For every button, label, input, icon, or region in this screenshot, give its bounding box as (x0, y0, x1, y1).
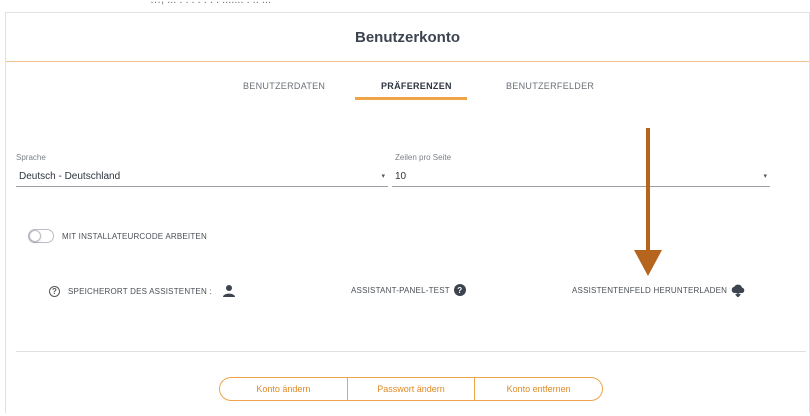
assistant-panel-test-label: ASSISTANT-PANEL-TEST (351, 285, 450, 295)
dropdown-caret-icon: ▾ (763, 173, 767, 180)
assistant-location: ? SPEICHERORT DES ASSISTENTEN : (49, 284, 236, 298)
page-title: Benutzerkonto (355, 28, 460, 46)
installer-code-row: MIT INSTALLATEURCODE ARBEITEN (28, 229, 207, 243)
tab-user-data[interactable]: BENUTZERDATEN (243, 81, 325, 91)
tab-preferences-label: PRÄFERENZEN (381, 81, 452, 91)
installer-code-label: MIT INSTALLATEURCODE ARBEITEN (62, 231, 207, 241)
rows-per-page-label: Zeilen pro Seite (395, 153, 452, 162)
help-filled-icon[interactable]: ? (453, 284, 466, 296)
panel-header: Benutzerkonto (6, 13, 809, 62)
change-account-button[interactable]: Konto ändern (220, 378, 348, 400)
assistant-download[interactable]: ASSISTENTENFELD HERUNTERLADEN (572, 284, 746, 297)
language-select[interactable]: Deutsch - Deutschland ▾ (16, 166, 388, 187)
language-label: Sprache (16, 153, 46, 162)
change-password-button[interactable]: Passwort ändern (348, 378, 476, 400)
user-icon[interactable] (222, 284, 236, 298)
dropdown-caret-icon: ▾ (381, 173, 385, 180)
language-value: Deutsch - Deutschland (19, 170, 121, 182)
annotation-arrow-head (634, 250, 662, 276)
installer-code-toggle[interactable] (28, 229, 54, 243)
annotation-arrow-shaft (646, 128, 650, 256)
active-tab-indicator (355, 97, 467, 100)
remove-account-button[interactable]: Konto entfernen (475, 378, 602, 400)
account-actions: Konto ändern Passwort ändern Konto entfe… (219, 377, 603, 401)
top-strip-text: …, ... . . . . . . . ....... . .. ... (150, 0, 272, 6)
toggle-knob (29, 230, 41, 242)
section-divider (16, 351, 806, 352)
cloud-download-icon[interactable] (730, 284, 746, 297)
help-circle-icon[interactable]: ? (49, 285, 60, 297)
rows-per-page-select[interactable]: 10 ▾ (392, 166, 770, 187)
tab-bar: BENUTZERDATEN PRÄFERENZEN BENUTZERFELDER (6, 81, 809, 107)
account-panel: Benutzerkonto BENUTZERDATEN PRÄFERENZEN … (5, 12, 810, 413)
assistant-download-label: ASSISTENTENFELD HERUNTERLADEN (572, 286, 728, 295)
top-strip: …, ... . . . . . . . ....... . .. ... (0, 0, 810, 12)
tab-user-fields[interactable]: BENUTZERFELDER (506, 81, 594, 91)
tab-preferences[interactable]: PRÄFERENZEN (355, 81, 467, 100)
rows-per-page-value: 10 (395, 170, 407, 182)
assistant-location-label: SPEICHERORT DES ASSISTENTEN : (68, 286, 212, 296)
assistant-panel-test: ASSISTANT-PANEL-TEST ? (351, 284, 466, 296)
